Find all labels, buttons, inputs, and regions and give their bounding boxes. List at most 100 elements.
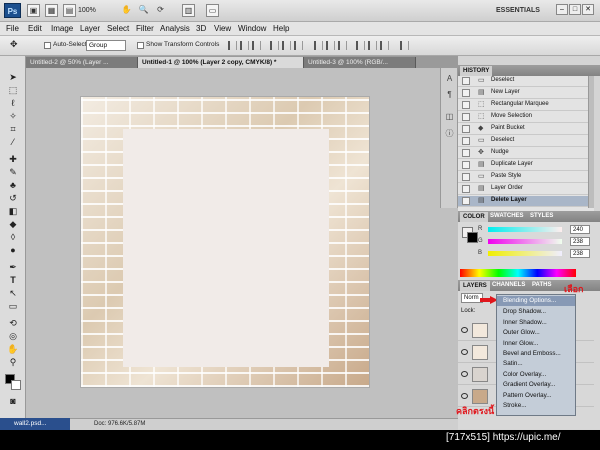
channel-value[interactable]: 238 <box>570 249 590 258</box>
arrange-documents-icon[interactable]: ▥ <box>182 4 195 17</box>
3d-rotate-icon[interactable]: ⟲ <box>6 318 20 329</box>
move-tool-icon[interactable]: ➤ <box>6 72 20 83</box>
channel-slider[interactable] <box>488 251 562 256</box>
history-item[interactable]: ✥ Nudge <box>458 148 594 159</box>
history-item[interactable]: ⬚ Move Selection <box>458 112 594 123</box>
navigator-panel-icon[interactable]: ◫ <box>444 112 455 123</box>
history-item[interactable]: ◆ Paint Bucket <box>458 124 594 135</box>
menu-layer[interactable]: Layer <box>80 24 100 33</box>
tab-layers[interactable]: LAYERS <box>460 281 490 291</box>
distribute-bottom-icon[interactable] <box>338 41 347 50</box>
history-source-box[interactable] <box>462 197 470 205</box>
tab-styles[interactable]: STYLES <box>530 213 553 219</box>
pen-tool-icon[interactable]: ✒ <box>6 262 20 273</box>
history-source-box[interactable] <box>462 137 470 145</box>
type-tool-icon[interactable]: T <box>6 275 20 286</box>
tab-swatches[interactable]: SWATCHES <box>490 213 524 219</box>
menu-item-satin[interactable]: Satin... <box>497 359 575 369</box>
history-brush-icon[interactable]: ↺ <box>6 193 20 204</box>
visibility-eye-icon[interactable] <box>461 349 468 355</box>
align-middle-icon[interactable] <box>240 41 249 50</box>
history-item[interactable]: ▭ Deselect <box>458 76 594 87</box>
minibridge-icon[interactable]: ▦ <box>45 4 58 17</box>
history-item[interactable]: ▭ Paste Style <box>458 172 594 183</box>
hand-tool-icon[interactable]: ✋ <box>120 4 133 17</box>
menu-select[interactable]: Select <box>107 24 129 33</box>
menu-item-blending-options[interactable]: Blending Options... <box>497 296 575 307</box>
history-source-box[interactable] <box>462 113 470 121</box>
menu-file[interactable]: File <box>6 24 19 33</box>
auto-select-checkbox[interactable] <box>44 42 51 49</box>
close-button[interactable]: ✕ <box>582 4 594 15</box>
align-top-icon[interactable] <box>228 41 237 50</box>
distribute-middle-icon[interactable] <box>326 41 335 50</box>
align-center-icon[interactable] <box>282 41 291 50</box>
menu-item-gradient-overlay[interactable]: Gradient Overlay... <box>497 380 575 390</box>
brush-tool-icon[interactable]: ✎ <box>6 167 20 178</box>
dodge-tool-icon[interactable]: ● <box>6 245 20 256</box>
channel-value[interactable]: 238 <box>570 237 590 246</box>
clone-stamp-icon[interactable]: ♣ <box>6 180 20 191</box>
menu-item-pattern-overlay[interactable]: Pattern Overlay... <box>497 391 575 401</box>
zoom-level-select[interactable]: 100% <box>78 4 108 17</box>
menu-item-color-overlay[interactable]: Color Overlay... <box>497 370 575 380</box>
history-item-selected[interactable]: ▤ Delete Layer <box>458 196 594 207</box>
history-scrollbar[interactable] <box>588 76 594 208</box>
history-item[interactable]: ▭ Deselect <box>458 136 594 147</box>
menu-edit[interactable]: Edit <box>28 24 42 33</box>
magic-wand-icon[interactable]: ✧ <box>6 111 20 122</box>
align-right-icon[interactable] <box>294 41 303 50</box>
menu-3d[interactable]: 3D <box>196 24 206 33</box>
menu-item-inner-glow[interactable]: Inner Glow... <box>497 339 575 349</box>
tab-color[interactable]: COLOR <box>460 212 488 222</box>
path-selection-icon[interactable]: ↖ <box>6 288 20 299</box>
eraser-tool-icon[interactable]: ◧ <box>6 206 20 217</box>
history-item[interactable]: ▤ Layer Order <box>458 184 594 195</box>
menu-item-outer-glow[interactable]: Outer Glow... <box>497 328 575 338</box>
visibility-eye-icon[interactable] <box>461 327 468 333</box>
marquee-tool-icon[interactable]: ⬚ <box>6 85 20 96</box>
channel-slider[interactable] <box>488 239 562 244</box>
blur-tool-icon[interactable]: ◊ <box>6 232 20 243</box>
menu-item-inner-shadow[interactable]: Inner Shadow... <box>497 318 575 328</box>
history-source-box[interactable] <box>462 149 470 157</box>
history-source-box[interactable] <box>462 161 470 169</box>
tab-untitled-1[interactable]: Untitled-1 @ 100% (Layer 2 copy, CMYK/8)… <box>138 57 304 68</box>
history-source-box[interactable] <box>462 101 470 109</box>
taskbar-item[interactable]: wall2.psd... <box>0 418 70 430</box>
quick-mask-icon[interactable]: ◙ <box>6 396 20 407</box>
tab-untitled-2[interactable]: Untitled-2 @ 50% (Layer ... <box>26 57 138 68</box>
character-panel-icon[interactable]: A <box>444 74 455 85</box>
tab-channels[interactable]: CHANNELS <box>492 282 525 288</box>
extras-icon[interactable]: ▤ <box>63 4 76 17</box>
history-source-box[interactable] <box>462 77 470 85</box>
paragraph-panel-icon[interactable]: ¶ <box>444 90 455 101</box>
history-source-box[interactable] <box>462 173 470 181</box>
crop-tool-icon[interactable]: ⌗ <box>6 124 20 135</box>
auto-align-icon[interactable] <box>400 41 409 50</box>
distribute-top-icon[interactable] <box>314 41 323 50</box>
menu-view[interactable]: View <box>214 24 231 33</box>
healing-brush-icon[interactable]: ✚ <box>6 154 20 165</box>
channel-slider[interactable] <box>488 227 562 232</box>
maximize-button[interactable]: □ <box>569 4 581 15</box>
rotate-view-icon[interactable]: ⟳ <box>154 4 167 17</box>
color-spectrum-ramp[interactable] <box>460 269 576 277</box>
align-bottom-icon[interactable] <box>252 41 261 50</box>
rectangle-tool-icon[interactable]: ▭ <box>6 301 20 312</box>
eyedropper-icon[interactable]: ⁄ <box>6 137 20 148</box>
zoom-tool-icon[interactable]: ⚲ <box>6 357 20 368</box>
history-source-box[interactable] <box>462 89 470 97</box>
brick-wall-document[interactable] <box>80 96 370 388</box>
3d-orbit-icon[interactable]: ◎ <box>6 331 20 342</box>
history-source-box[interactable] <box>462 125 470 133</box>
zoom-tool-icon[interactable]: 🔍 <box>137 4 150 17</box>
history-item[interactable]: ▤ Duplicate Layer <box>458 160 594 171</box>
workspace-switcher[interactable]: ESSENTIALS <box>496 7 540 14</box>
menu-item-bevel-emboss[interactable]: Bevel and Emboss... <box>497 349 575 359</box>
bridge-icon[interactable]: ▣ <box>27 4 40 17</box>
menu-filter[interactable]: Filter <box>136 24 154 33</box>
paint-bucket-icon[interactable]: ◆ <box>6 219 20 230</box>
lasso-tool-icon[interactable]: ℓ <box>6 98 20 109</box>
history-source-box[interactable] <box>462 185 470 193</box>
